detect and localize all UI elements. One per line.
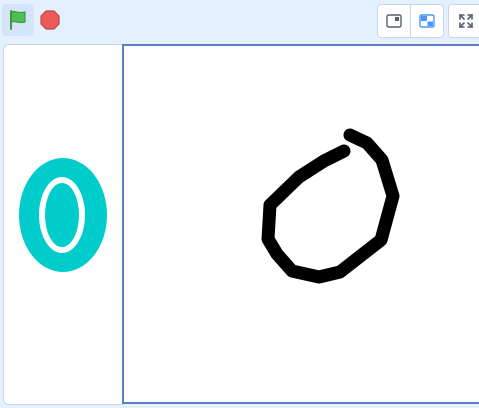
fullscreen-icon bbox=[457, 12, 475, 30]
normal-stage-button[interactable] bbox=[410, 4, 444, 38]
stage-header-toolbar bbox=[0, 0, 479, 44]
normal-stage-icon bbox=[418, 12, 436, 30]
stage-canvas[interactable] bbox=[122, 44, 479, 404]
green-flag-button[interactable] bbox=[2, 4, 34, 36]
small-stage-button[interactable] bbox=[377, 4, 411, 38]
green-flag-icon bbox=[7, 9, 29, 31]
fullscreen-button[interactable] bbox=[448, 4, 479, 38]
stop-sign-icon bbox=[39, 9, 61, 31]
sprite-thumbnail-panel[interactable] bbox=[3, 44, 123, 405]
small-stage-icon bbox=[385, 12, 403, 30]
stop-button[interactable] bbox=[34, 4, 66, 36]
